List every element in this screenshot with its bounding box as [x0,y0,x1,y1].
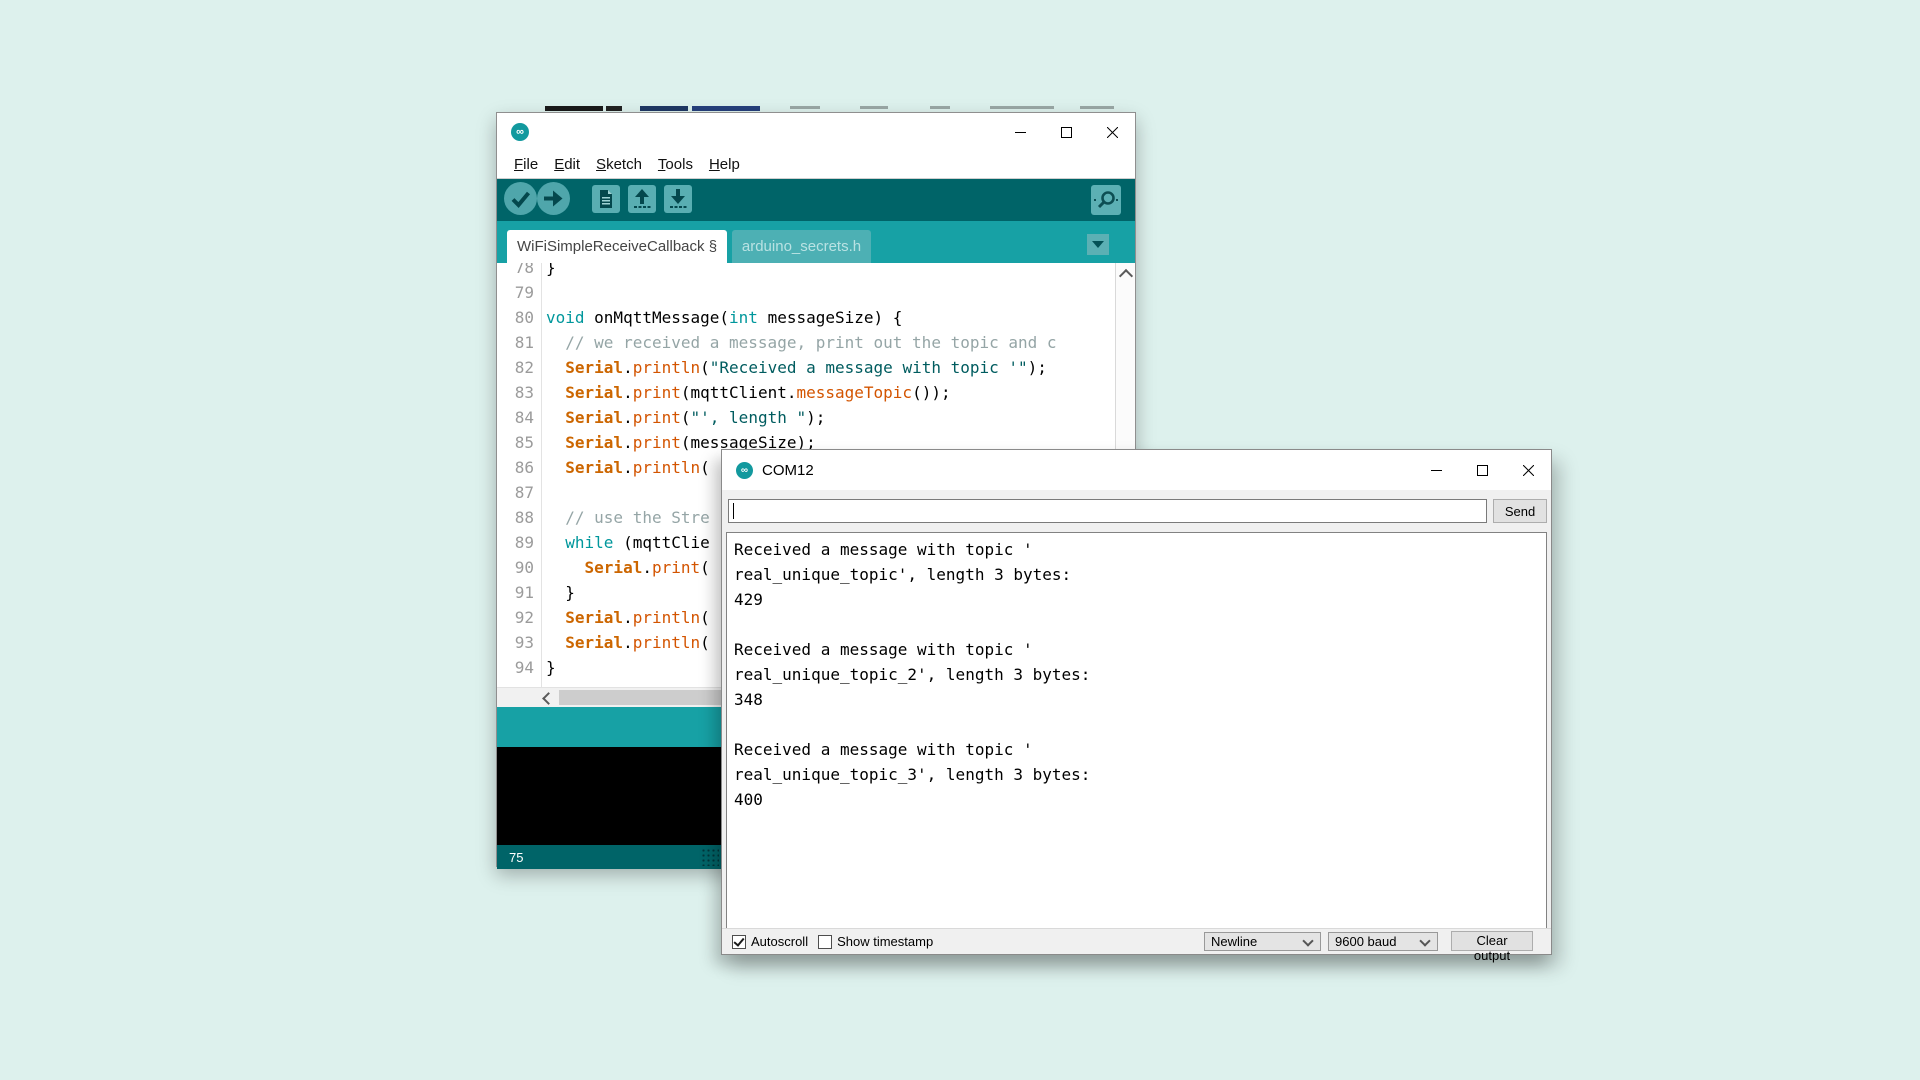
chevron-down-icon [1302,935,1313,946]
arduino-logo-icon: ∞ [736,462,753,479]
tab-arduino-secrets[interactable]: arduino_secrets.h [732,230,871,263]
menu-tools[interactable]: Tools [651,154,700,175]
clear-output-button[interactable]: Clear output [1451,931,1533,951]
ide-window-controls [997,113,1135,151]
scroll-left-icon [542,692,555,705]
new-sketch-icon [592,201,620,216]
line-ending-select[interactable]: Newline [1204,932,1321,951]
serial-monitor-icon [1091,203,1121,218]
text-caret [733,503,734,519]
shadow-dither-artifact [701,848,719,866]
serial-input-row: Send [722,490,1551,532]
ide-tabbar: WiFiSimpleReceiveCallback § arduino_secr… [497,221,1135,263]
serial-monitor-footer: Autoscroll Show timestamp Newline 9600 b… [722,928,1551,954]
background-window-artifact [540,106,1140,111]
open-icon [628,201,656,216]
close-button[interactable] [1505,450,1551,490]
serial-monitor-window: ∞ COM12 Send Received a message with top… [721,449,1552,955]
save-button[interactable] [664,185,692,216]
menu-file[interactable]: File [507,154,545,175]
autoscroll-label: Autoscroll [751,934,808,949]
maximize-button[interactable] [1459,450,1505,490]
artifact-segment [930,106,950,109]
artifact-segment [990,106,1054,109]
menu-help[interactable]: Help [702,154,747,175]
artifact-segment [692,106,760,111]
save-icon [664,201,692,216]
serial-message-input[interactable] [728,499,1487,523]
autoscroll-checkbox[interactable] [732,935,746,949]
serial-monitor-titlebar: ∞ COM12 [722,450,1551,490]
menu-sketch[interactable]: Sketch [589,154,649,175]
editor-gutter: 7879808182838485868788899091929394 [497,263,542,687]
cursor-line-indicator: 75 [509,850,523,865]
artifact-segment [640,106,688,111]
upload-icon [537,203,570,218]
verify-icon [504,203,537,218]
serial-output-area[interactable]: Received a message with topic ' real_uni… [726,532,1547,929]
arduino-logo-icon: ∞ [511,123,529,141]
artifact-segment [790,106,820,109]
menu-edit[interactable]: Edit [547,154,587,175]
artifact-segment [860,106,888,109]
show-timestamp-label: Show timestamp [837,934,933,949]
serial-monitor-button[interactable] [1091,185,1121,218]
open-button[interactable] [628,185,656,216]
desktop-background: ∞ File Edit Sketch Tools Help [0,0,1920,1080]
serial-monitor-window-controls [1413,450,1551,490]
artifact-segment [606,106,622,111]
close-button[interactable] [1089,113,1135,151]
ide-menubar: File Edit Sketch Tools Help [497,151,1135,179]
maximize-button[interactable] [1043,113,1089,151]
chevron-down-icon [1419,935,1430,946]
baud-rate-select[interactable]: 9600 baud [1328,932,1438,951]
artifact-segment [545,106,603,111]
minimize-button[interactable] [997,113,1043,151]
serial-monitor-title: COM12 [762,462,814,479]
chevron-down-icon [1092,241,1104,248]
show-timestamp-checkbox[interactable] [818,935,832,949]
minimize-button[interactable] [1413,450,1459,490]
tab-list-dropdown-button[interactable] [1087,234,1109,255]
verify-button[interactable] [504,182,537,218]
upload-button[interactable] [537,182,570,218]
artifact-segment [1080,106,1114,109]
scroll-left-button[interactable] [539,689,557,706]
ide-titlebar: ∞ [497,113,1135,151]
send-button[interactable]: Send [1493,499,1547,523]
scroll-up-icon [1118,269,1132,283]
ide-toolbar [497,179,1135,221]
tab-wifisimplereceivecallback[interactable]: WiFiSimpleReceiveCallback § [507,230,727,263]
new-sketch-button[interactable] [592,185,620,216]
